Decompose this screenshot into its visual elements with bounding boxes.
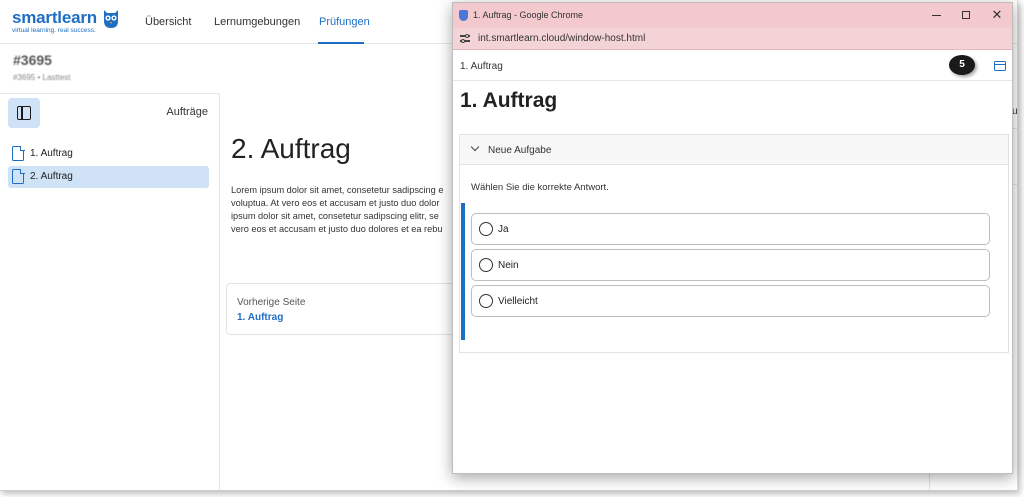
task-section: Neue Aufgabe Wählen Sie die korrekte Ant… <box>459 134 1009 353</box>
sidebar-item-auftrag-1[interactable]: 1. Auftrag <box>8 143 209 165</box>
task-section-header[interactable]: Neue Aufgabe <box>460 135 1008 165</box>
previous-page-card[interactable]: Vorherige Seite 1. Auftrag <box>226 283 466 335</box>
sidebar-title: Aufträge <box>166 106 208 118</box>
answer-option-label: Vielleicht <box>498 296 538 307</box>
minimize-icon <box>931 15 941 16</box>
nav-pruefungen[interactable]: Prüfungen <box>319 16 370 28</box>
site-settings-icon[interactable] <box>460 33 470 43</box>
page-title: 2. Auftrag <box>231 133 351 164</box>
collapse-sidebar-button[interactable] <box>8 98 40 128</box>
sidebar-item-label: 1. Auftrag <box>30 148 73 159</box>
popup-header-title: 1. Auftrag <box>460 61 503 72</box>
step-badge: 5 <box>949 55 975 75</box>
maximize-icon <box>962 11 970 19</box>
sidebar: Aufträge 1. Auftrag 2. Auftrag <box>0 93 220 490</box>
answer-option-label: Nein <box>498 260 519 271</box>
window-icon[interactable] <box>994 61 1006 71</box>
logo-tagline: virtual learning. real success. <box>12 27 96 34</box>
assignment-text: Lorem ipsum dolor sit amet, consetetur s… <box>231 184 461 244</box>
logo-wordmark: smartlearn <box>12 8 97 27</box>
assignment-text-line: Lorem ipsum dolor sit amet, consetetur s… <box>231 185 444 195</box>
url-text[interactable]: int.smartlearn.cloud/window-host.html <box>478 33 645 44</box>
owl-logo-icon <box>104 10 118 28</box>
nav-lernumgebungen[interactable]: Lernumgebungen <box>214 16 300 28</box>
previous-page-label: Vorherige Seite <box>237 297 306 308</box>
assignment-text-line: ipsum dolor sit amet, consetetur sadipsc… <box>231 211 439 221</box>
popup-header: 1. Auftrag 5 <box>453 51 1012 81</box>
close-icon: ✕ <box>991 7 1003 22</box>
sidebar-item-label: 2. Auftrag <box>30 171 73 182</box>
nav-uebersicht[interactable]: Übersicht <box>145 16 191 28</box>
answer-option-ja[interactable]: Ja <box>471 213 990 245</box>
window-titlebar[interactable]: 1. Auftrag - Google Chrome ✕ <box>453 3 1012 28</box>
address-bar[interactable]: int.smartlearn.cloud/window-host.html <box>453 28 1012 50</box>
answer-option-vielleicht[interactable]: Vielleicht <box>471 285 990 317</box>
exam-id: #3695 <box>13 52 52 68</box>
radio-button[interactable] <box>479 294 493 308</box>
radio-button[interactable] <box>479 222 493 236</box>
logo[interactable]: smartlearn virtual learning. real succes… <box>12 8 97 34</box>
sidebar-toggle-icon <box>17 106 31 120</box>
close-button[interactable]: ✕ <box>990 8 1004 22</box>
question-text: Wählen Sie die korrekte Antwort. <box>471 182 609 193</box>
window-title: 1. Auftrag - Google Chrome <box>473 10 584 20</box>
assignment-text-line: vero eos et accusam et justo duo dolores… <box>231 224 443 234</box>
answer-option-nein[interactable]: Nein <box>471 249 990 281</box>
assignment-text-line: voluptua. At vero eos et accusam et just… <box>231 198 440 208</box>
document-icon <box>12 145 25 161</box>
exam-subtitle: #3695 • Lasttest <box>13 73 71 82</box>
answer-option-label: Ja <box>498 224 509 235</box>
previous-page-link[interactable]: 1. Auftrag <box>237 312 283 323</box>
shield-icon <box>459 10 468 21</box>
task-section-title: Neue Aufgabe <box>488 145 552 156</box>
radio-button[interactable] <box>479 258 493 272</box>
chrome-popup-window: 1. Auftrag - Google Chrome ✕ int.smartle… <box>452 2 1013 474</box>
chevron-down-icon <box>470 142 480 152</box>
document-icon <box>12 168 25 184</box>
active-question-indicator <box>461 203 465 340</box>
popup-title: 1. Auftrag <box>460 89 558 112</box>
minimize-button[interactable] <box>929 8 943 22</box>
sidebar-item-auftrag-2[interactable]: 2. Auftrag <box>8 166 209 188</box>
active-nav-indicator <box>318 42 364 44</box>
maximize-button[interactable] <box>959 8 973 22</box>
